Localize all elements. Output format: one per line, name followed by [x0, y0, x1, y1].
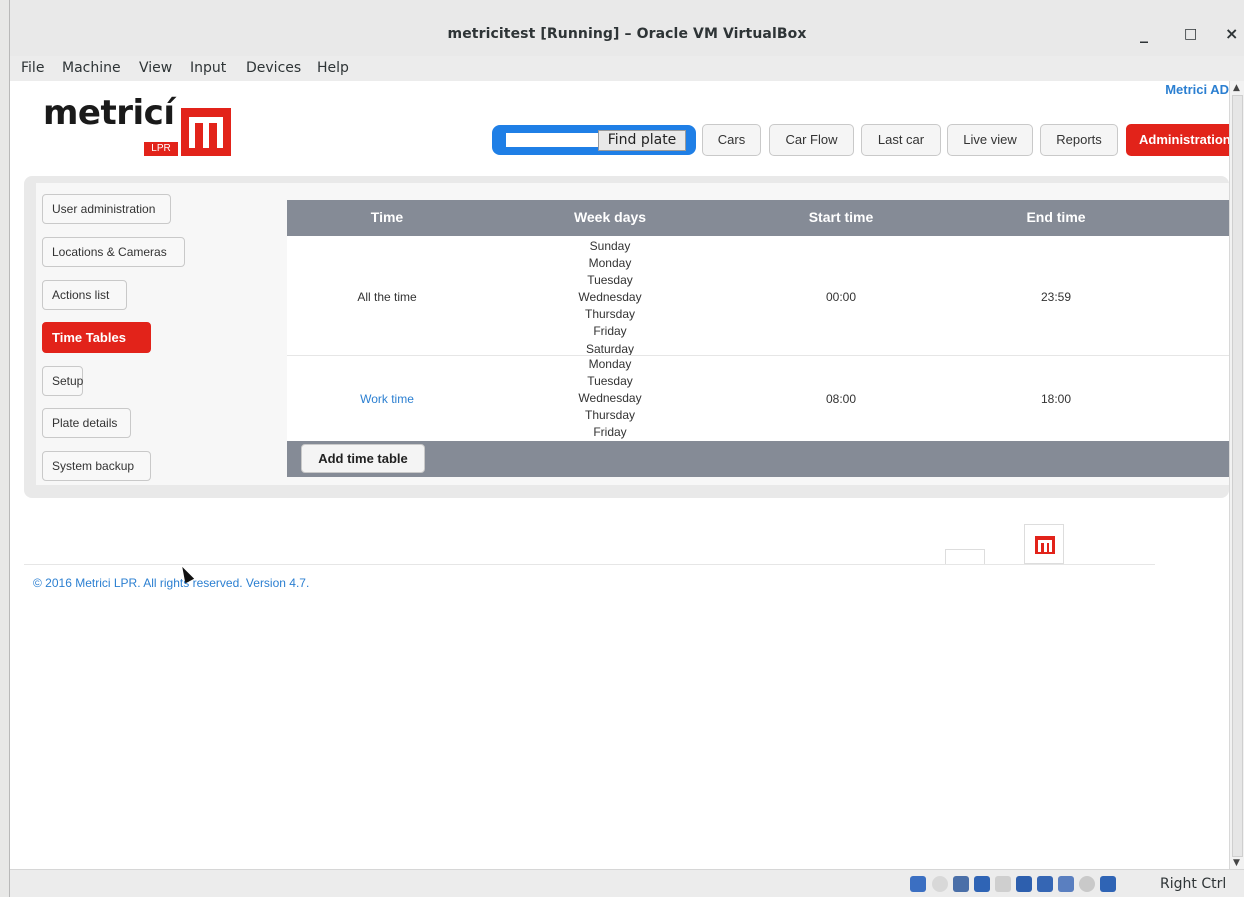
- guest-screen: metricí LPR Metrici AD Find plate Cars C…: [10, 81, 1229, 869]
- maximize-button[interactable]: □: [1184, 26, 1197, 42]
- menu-machine[interactable]: Machine: [62, 60, 121, 76]
- column-header-start-time[interactable]: Start time: [809, 209, 874, 225]
- sidebar-item-user-administration[interactable]: User administration: [42, 194, 171, 224]
- weekday: Wednesday: [578, 391, 642, 406]
- shared-folders-icon[interactable]: [1016, 876, 1032, 892]
- row-week-days: Monday Tuesday Wednesday Thursday Friday: [578, 356, 641, 441]
- sidebar-item-setup[interactable]: Setup: [42, 366, 83, 396]
- minimize-button[interactable]: _: [1140, 24, 1148, 43]
- metrici-logo[interactable]: metricí LPR: [43, 93, 253, 157]
- find-plate-button[interactable]: Find plate: [598, 130, 686, 151]
- menu-input[interactable]: Input: [190, 60, 226, 76]
- weekday: Monday: [588, 256, 632, 271]
- time-tables-table: Time Week days Start time End time All t…: [287, 200, 1229, 477]
- nav-reports[interactable]: Reports: [1040, 124, 1118, 156]
- footer-tab: [945, 549, 985, 565]
- weekday: Thursday: [584, 408, 636, 423]
- row-time-name: All the time: [357, 290, 417, 304]
- nav-administration[interactable]: Administration: [1126, 124, 1229, 156]
- vertical-scrollbar[interactable]: ▲ ▼: [1229, 81, 1244, 869]
- sidebar-item-actions-list[interactable]: Actions list: [42, 280, 127, 310]
- weekday: Friday: [593, 425, 627, 440]
- table-row[interactable]: All the time Sunday Monday Tuesday Wedne…: [287, 236, 1229, 356]
- logo-wordmark: metricí: [43, 93, 175, 133]
- title-bar[interactable]: metricitest [Running] – Oracle VM Virtua…: [10, 0, 1244, 56]
- add-time-table-button[interactable]: Add time table: [301, 444, 425, 473]
- weekday: Friday: [593, 324, 627, 339]
- column-header-end-time[interactable]: End time: [1026, 209, 1085, 225]
- logo-badge: LPR: [144, 142, 178, 156]
- footer-logo-mark: [1035, 536, 1055, 554]
- row-start-time: 08:00: [825, 392, 857, 406]
- virtualbox-window: metricitest [Running] – Oracle VM Virtua…: [9, 0, 1244, 897]
- weekday: Thursday: [584, 307, 636, 322]
- row-time-name-link[interactable]: Work time: [360, 392, 414, 406]
- status-bar: Right Ctrl: [10, 869, 1244, 897]
- audio-icon[interactable]: [953, 876, 969, 892]
- weekday: Monday: [588, 357, 632, 371]
- row-end-time: 23:59: [1040, 290, 1072, 304]
- scrollbar-thumb[interactable]: [1232, 95, 1243, 857]
- usb-icon[interactable]: [995, 876, 1011, 892]
- close-button[interactable]: ×: [1225, 24, 1238, 43]
- table-row[interactable]: Work time Monday Tuesday Wednesday Thurs…: [287, 356, 1229, 441]
- mouse-integration-icon[interactable]: [1100, 876, 1116, 892]
- plate-search-input[interactable]: [506, 133, 598, 147]
- scroll-up-arrow-icon[interactable]: ▲: [1233, 83, 1240, 93]
- table-header: Time Week days Start time End time: [287, 200, 1229, 236]
- nav-last-car[interactable]: Last car: [861, 124, 941, 156]
- weekday: Tuesday: [587, 374, 633, 389]
- weekday: Wednesday: [578, 290, 642, 305]
- plate-search: Find plate: [492, 125, 696, 155]
- column-header-week-days[interactable]: Week days: [574, 209, 646, 225]
- video-capture-icon[interactable]: [1058, 876, 1074, 892]
- host-key-label: Right Ctrl: [1160, 876, 1227, 892]
- table-footer: Add time table: [287, 441, 1229, 477]
- footer-m-icon: [1024, 524, 1064, 564]
- row-start-time: 00:00: [825, 290, 857, 304]
- column-header-time[interactable]: Time: [371, 209, 403, 225]
- row-week-days: Sunday Monday Tuesday Wednesday Thursday…: [578, 238, 641, 358]
- network-icon[interactable]: [974, 876, 990, 892]
- sidebar-item-plate-details[interactable]: Plate details: [42, 408, 131, 438]
- logo-m-icon: [181, 108, 231, 156]
- optical-drive-icon[interactable]: [932, 876, 948, 892]
- menu-help[interactable]: Help: [317, 60, 349, 76]
- nav-live-view[interactable]: Live view: [947, 124, 1033, 156]
- nav-car-flow[interactable]: Car Flow: [769, 124, 854, 156]
- nav-cars[interactable]: Cars: [702, 124, 761, 156]
- hard-disk-icon[interactable]: [910, 876, 926, 892]
- cpu-icon[interactable]: [1079, 876, 1095, 892]
- copyright-text: © 2016 Metrici LPR. All rights reserved.…: [33, 576, 310, 590]
- menu-devices[interactable]: Devices: [246, 60, 301, 76]
- weekday: Tuesday: [587, 273, 633, 288]
- menu-file[interactable]: File: [21, 60, 44, 76]
- display-icon[interactable]: [1037, 876, 1053, 892]
- sidebar-item-time-tables[interactable]: Time Tables: [42, 322, 151, 353]
- user-link[interactable]: Metrici AD: [1165, 82, 1229, 97]
- menu-bar: File Machine View Input Devices Help: [10, 58, 1244, 80]
- window-title: metricitest [Running] – Oracle VM Virtua…: [447, 26, 807, 42]
- sidebar-item-locations-cameras[interactable]: Locations & Cameras: [42, 237, 185, 267]
- weekday: Sunday: [589, 239, 631, 253]
- scroll-down-arrow-icon[interactable]: ▼: [1233, 858, 1240, 868]
- sidebar-item-system-backup[interactable]: System backup: [42, 451, 151, 481]
- footer-divider: [24, 564, 1155, 565]
- menu-view[interactable]: View: [139, 60, 172, 76]
- row-end-time: 18:00: [1040, 392, 1072, 406]
